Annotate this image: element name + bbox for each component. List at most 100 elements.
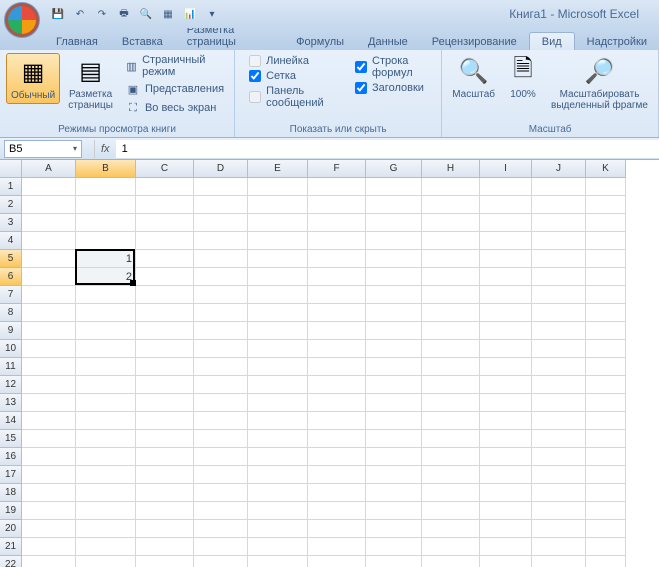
cell-D13[interactable] (194, 394, 248, 412)
cell-J5[interactable] (532, 250, 586, 268)
col-header-C[interactable]: C (136, 160, 194, 178)
col-header-B[interactable]: B (76, 160, 136, 178)
cell-I14[interactable] (480, 412, 532, 430)
cell-H21[interactable] (422, 538, 480, 556)
cell-H17[interactable] (422, 466, 480, 484)
cell-I13[interactable] (480, 394, 532, 412)
cell-I18[interactable] (480, 484, 532, 502)
qat-icon-1[interactable]: ▦ (158, 4, 178, 24)
messages-checkbox[interactable]: Панель сообщений (249, 85, 335, 109)
cell-F9[interactable] (308, 322, 366, 340)
cell-A17[interactable] (22, 466, 76, 484)
row-header-13[interactable]: 13 (0, 394, 22, 412)
cell-B5[interactable]: 1 (76, 250, 136, 268)
cell-E2[interactable] (248, 196, 308, 214)
cell-E15[interactable] (248, 430, 308, 448)
cell-E3[interactable] (248, 214, 308, 232)
cell-B16[interactable] (76, 448, 136, 466)
cell-B13[interactable] (76, 394, 136, 412)
row-header-17[interactable]: 17 (0, 466, 22, 484)
cell-A11[interactable] (22, 358, 76, 376)
cell-E6[interactable] (248, 268, 308, 286)
cell-E9[interactable] (248, 322, 308, 340)
cell-C21[interactable] (136, 538, 194, 556)
cell-H10[interactable] (422, 340, 480, 358)
cell-G4[interactable] (366, 232, 422, 250)
formula-input[interactable] (116, 140, 659, 158)
cell-J15[interactable] (532, 430, 586, 448)
cell-G22[interactable] (366, 556, 422, 567)
cell-E18[interactable] (248, 484, 308, 502)
tab-addins[interactable]: Надстройки (575, 33, 659, 50)
row-header-1[interactable]: 1 (0, 178, 22, 196)
undo-icon[interactable]: ↶ (70, 4, 90, 24)
cell-D6[interactable] (194, 268, 248, 286)
cell-G21[interactable] (366, 538, 422, 556)
cell-C4[interactable] (136, 232, 194, 250)
cell-F6[interactable] (308, 268, 366, 286)
cell-F3[interactable] (308, 214, 366, 232)
cell-K3[interactable] (586, 214, 626, 232)
cell-H7[interactable] (422, 286, 480, 304)
cell-B14[interactable] (76, 412, 136, 430)
col-header-A[interactable]: A (22, 160, 76, 178)
cell-C9[interactable] (136, 322, 194, 340)
tab-formulas[interactable]: Формулы (284, 33, 356, 50)
cell-D21[interactable] (194, 538, 248, 556)
cell-G17[interactable] (366, 466, 422, 484)
cell-G9[interactable] (366, 322, 422, 340)
cell-F15[interactable] (308, 430, 366, 448)
cell-F17[interactable] (308, 466, 366, 484)
cell-C13[interactable] (136, 394, 194, 412)
cell-E17[interactable] (248, 466, 308, 484)
cell-D1[interactable] (194, 178, 248, 196)
cell-J22[interactable] (532, 556, 586, 567)
cell-A4[interactable] (22, 232, 76, 250)
cell-F14[interactable] (308, 412, 366, 430)
cell-A12[interactable] (22, 376, 76, 394)
zoom-button[interactable]: 🔍 Масштаб (448, 53, 499, 102)
cell-H2[interactable] (422, 196, 480, 214)
cell-A1[interactable] (22, 178, 76, 196)
cell-B10[interactable] (76, 340, 136, 358)
cell-C1[interactable] (136, 178, 194, 196)
cell-H6[interactable] (422, 268, 480, 286)
cell-H14[interactable] (422, 412, 480, 430)
row-header-22[interactable]: 22 (0, 556, 22, 567)
office-button[interactable] (4, 2, 40, 38)
cell-G14[interactable] (366, 412, 422, 430)
cell-J16[interactable] (532, 448, 586, 466)
cell-G3[interactable] (366, 214, 422, 232)
cell-G15[interactable] (366, 430, 422, 448)
cell-B4[interactable] (76, 232, 136, 250)
cell-C18[interactable] (136, 484, 194, 502)
cell-C14[interactable] (136, 412, 194, 430)
cell-D8[interactable] (194, 304, 248, 322)
col-header-H[interactable]: H (422, 160, 480, 178)
cell-C10[interactable] (136, 340, 194, 358)
cell-E1[interactable] (248, 178, 308, 196)
cell-F1[interactable] (308, 178, 366, 196)
cell-A20[interactable] (22, 520, 76, 538)
row-header-10[interactable]: 10 (0, 340, 22, 358)
name-box[interactable]: B5 (4, 140, 82, 158)
cell-J13[interactable] (532, 394, 586, 412)
cell-D12[interactable] (194, 376, 248, 394)
cell-G10[interactable] (366, 340, 422, 358)
cell-H13[interactable] (422, 394, 480, 412)
cell-H1[interactable] (422, 178, 480, 196)
select-all-corner[interactable] (0, 160, 22, 178)
cell-K22[interactable] (586, 556, 626, 567)
cell-I16[interactable] (480, 448, 532, 466)
row-header-20[interactable]: 20 (0, 520, 22, 538)
cell-I9[interactable] (480, 322, 532, 340)
cell-B19[interactable] (76, 502, 136, 520)
row-header-9[interactable]: 9 (0, 322, 22, 340)
col-header-G[interactable]: G (366, 160, 422, 178)
row-header-3[interactable]: 3 (0, 214, 22, 232)
cell-H4[interactable] (422, 232, 480, 250)
col-header-E[interactable]: E (248, 160, 308, 178)
cell-J6[interactable] (532, 268, 586, 286)
cell-E8[interactable] (248, 304, 308, 322)
headings-checkbox[interactable]: Заголовки (355, 82, 427, 94)
